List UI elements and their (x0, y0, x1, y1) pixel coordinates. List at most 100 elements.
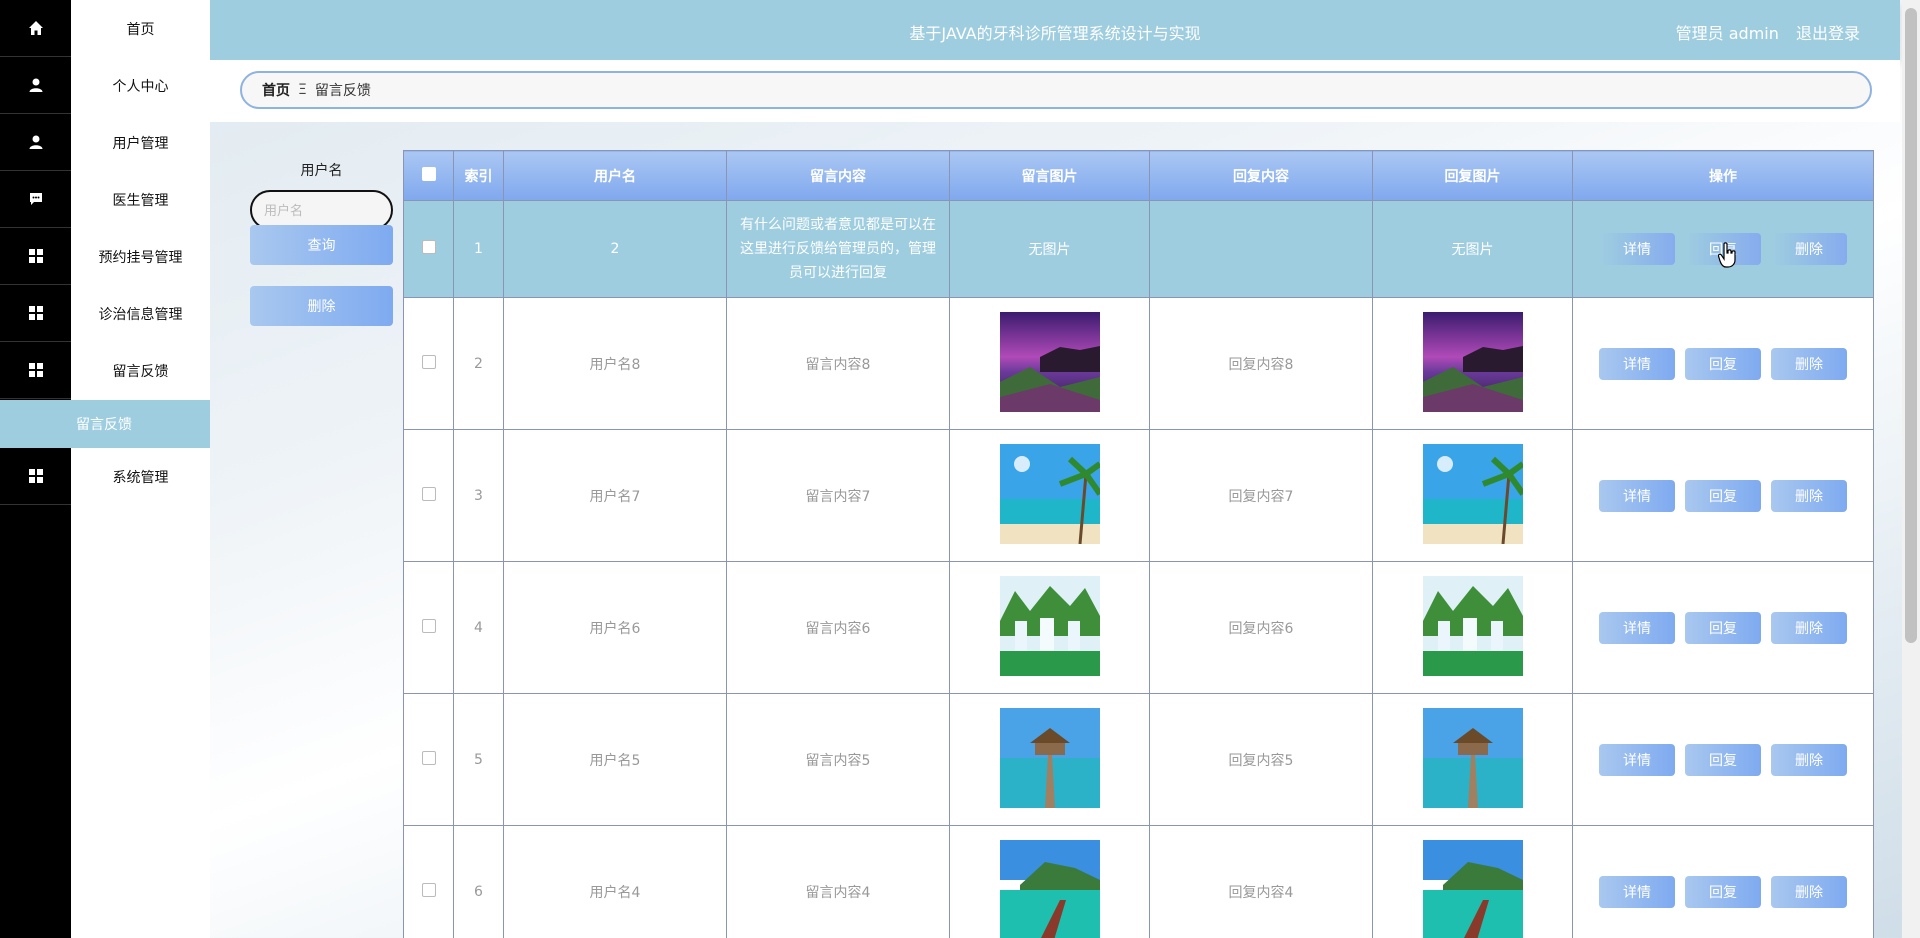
sidebar-item-users[interactable]: 用户管理 (0, 114, 210, 171)
page-scrollbar[interactable] (1902, 0, 1920, 938)
cell-index: 5 (453, 693, 504, 826)
cell-reply: 回复内容8 (1149, 297, 1373, 430)
palm-beach-image[interactable] (999, 443, 1100, 544)
search-label: 用户名 (300, 163, 343, 179)
user-icon (0, 57, 71, 114)
sidebar-item-label: 首页 (126, 21, 155, 38)
reply-button[interactable]: 回复 (1685, 611, 1761, 644)
grid-icon (0, 285, 71, 342)
sidebar-item-feedback[interactable]: 留言反馈 (0, 342, 210, 399)
cell-reply: 回复内容5 (1149, 693, 1373, 826)
delete-button[interactable]: 删除 (1771, 611, 1847, 644)
cell-reply (1149, 200, 1373, 298)
palm-beach-image[interactable] (1422, 443, 1523, 544)
cell-content: 留言内容6 (726, 561, 950, 694)
cell-index: 3 (453, 429, 504, 562)
row-checkbox[interactable] (421, 354, 436, 369)
sidebar-item-system[interactable]: 系统管理 (0, 448, 210, 505)
table-row[interactable]: 3 用户名7 留言内容7 回复内容7 详情 回复 删除 (403, 429, 1874, 562)
column-header: 索引 (453, 150, 504, 201)
select-all-checkbox[interactable] (421, 166, 436, 181)
grid-icon (0, 228, 71, 285)
detail-button[interactable]: 详情 (1599, 611, 1675, 644)
cell-content: 留言内容7 (726, 429, 950, 562)
row-checkbox[interactable] (421, 486, 436, 501)
breadcrumb-current: 留言反馈 (314, 83, 371, 99)
sidebar-item-label: 预约挂号管理 (98, 249, 183, 266)
sidebar-item-profile[interactable]: 个人中心 (0, 57, 210, 114)
admin-label: 管理员 admin (1675, 24, 1779, 43)
sidebar: 首页 个人中心 用户管理 医生管理 预约挂号管理 诊治信息管理 留言反馈 留言反… (0, 0, 210, 938)
delete-button[interactable]: 删除 (1771, 743, 1847, 776)
sidebar-item-appointments[interactable]: 预约挂号管理 (0, 228, 210, 285)
sidebar-item-label: 留言反馈 (112, 363, 169, 380)
cell-index: 2 (453, 297, 504, 430)
cell-index: 1 (453, 200, 504, 298)
table-row[interactable]: 4 用户名6 留言内容6 回复内容6 详情 回复 删除 (403, 561, 1874, 694)
reply-button[interactable]: 回复 (1685, 875, 1761, 908)
cell-content: 留言内容5 (726, 693, 950, 826)
table-row[interactable]: 6 用户名4 留言内容4 回复内容4 详情 回复 删除 (403, 825, 1874, 938)
sidebar-item-label: 用户管理 (112, 135, 169, 152)
search-panel: 用户名 查询 删除 (250, 160, 393, 326)
top-header: 基于JAVA的牙科诊所管理系统设计与实现 管理员 admin 退出登录 (210, 0, 1900, 60)
cell-content: 留言内容4 (726, 825, 950, 938)
sidebar-subitem-feedback[interactable]: 留言反馈 (0, 400, 210, 448)
column-header: 留言内容 (726, 150, 950, 201)
delete-button[interactable]: 删除 (1771, 347, 1847, 380)
breadcrumb: 首页 Ξ 留言反馈 (240, 71, 1872, 109)
cell-content: 有什么问题或者意见都是可以在这里进行反馈给管理员的，管理员可以进行回复 (726, 200, 950, 298)
column-header: 留言图片 (949, 150, 1150, 201)
reply-button[interactable]: 回复 (1685, 479, 1761, 512)
island-dock-image[interactable] (999, 839, 1100, 938)
logout-link[interactable]: 退出登录 (1796, 24, 1860, 43)
reply-button[interactable]: 回复 (1685, 347, 1761, 380)
delete-button[interactable]: 删除 (1771, 479, 1847, 512)
sunset-coast-image[interactable] (999, 311, 1100, 412)
table-header-row: 索引 用户名 留言内容 留言图片 回复内容 回复图片 操作 (403, 150, 1874, 201)
sunset-coast-image[interactable] (1422, 311, 1523, 412)
sidebar-item-label: 诊治信息管理 (98, 306, 183, 323)
cell-username: 2 (503, 200, 727, 298)
row-checkbox[interactable] (421, 240, 436, 254)
delete-button[interactable]: 删除 (1771, 875, 1847, 908)
table-row[interactable]: 2 用户名8 留言内容8 回复内容8 详情 回复 删除 (403, 297, 1874, 430)
grid-icon (0, 448, 71, 505)
cell-reply: 回复内容6 (1149, 561, 1373, 694)
table-row[interactable]: 5 用户名5 留言内容5 回复内容5 详情 回复 删除 (403, 693, 1874, 826)
detail-button[interactable]: 详情 (1599, 233, 1675, 265)
cell-username: 用户名6 (503, 561, 727, 694)
detail-button[interactable]: 详情 (1599, 347, 1675, 380)
row-checkbox[interactable] (421, 618, 436, 633)
sidebar-item-doctors[interactable]: 医生管理 (0, 171, 210, 228)
sidebar-item-diagnosis[interactable]: 诊治信息管理 (0, 285, 210, 342)
delete-button[interactable]: 删除 (1771, 233, 1847, 265)
username-search-input[interactable] (250, 190, 393, 230)
feedback-table: 索引 用户名 留言内容 留言图片 回复内容 回复图片 操作 1 2 有什么问题或… (403, 150, 1874, 938)
table-row[interactable]: 1 2 有什么问题或者意见都是可以在这里进行反馈给管理员的，管理员可以进行回复 … (403, 200, 1874, 298)
query-button[interactable]: 查询 (250, 225, 393, 265)
sidebar-item-home[interactable]: 首页 (0, 0, 210, 57)
detail-button[interactable]: 详情 (1599, 875, 1675, 908)
sidebar-item-label: 个人中心 (112, 78, 169, 95)
pier-hut-image[interactable] (1422, 707, 1523, 808)
chat-icon (0, 171, 71, 228)
batch-delete-button[interactable]: 删除 (250, 286, 393, 326)
cell-reply: 回复内容4 (1149, 825, 1373, 938)
waterfall-image[interactable] (1422, 575, 1523, 676)
island-dock-image[interactable] (1422, 839, 1523, 938)
breadcrumb-home[interactable]: 首页 (262, 80, 290, 100)
scrollbar-thumb[interactable] (1905, 8, 1917, 643)
waterfall-image[interactable] (999, 575, 1100, 676)
sidebar-item-label: 系统管理 (112, 469, 169, 486)
cell-username: 用户名4 (503, 825, 727, 938)
cell-no-image: 无图片 (949, 200, 1150, 298)
row-checkbox[interactable] (421, 882, 436, 897)
detail-button[interactable]: 详情 (1599, 743, 1675, 776)
reply-button[interactable]: 回复 (1685, 743, 1761, 776)
pier-hut-image[interactable] (999, 707, 1100, 808)
detail-button[interactable]: 详情 (1599, 479, 1675, 512)
breadcrumb-separator: Ξ (298, 82, 307, 98)
grid-icon (0, 342, 71, 399)
row-checkbox[interactable] (421, 750, 436, 765)
